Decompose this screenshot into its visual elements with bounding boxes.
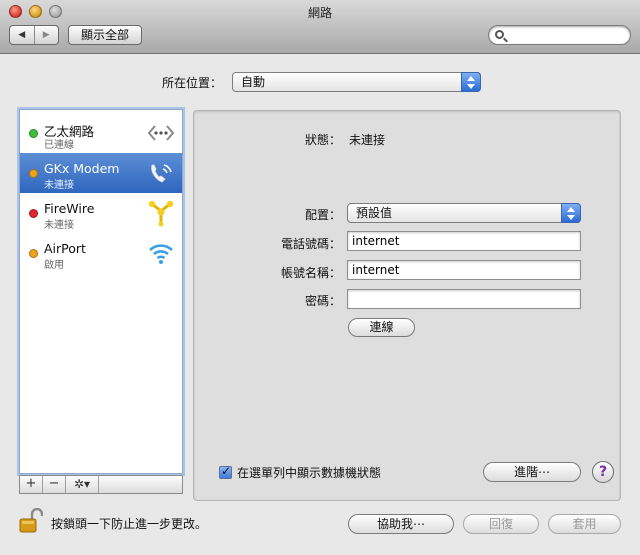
- service-list[interactable]: 乙太網路 已連線 GKx Modem 未連接 FireWire 未連接 AirP…: [19, 109, 183, 474]
- help-button[interactable]: ?: [592, 461, 614, 483]
- service-list-controls: + − ✲▾: [19, 475, 183, 494]
- airport-wifi-icon: [149, 244, 173, 264]
- connect-button[interactable]: 連線: [348, 318, 415, 337]
- config-label: 配置：: [304, 208, 341, 222]
- location-popup[interactable]: 自動: [232, 72, 481, 92]
- service-status: 未連接: [44, 220, 74, 231]
- remove-service-button[interactable]: −: [43, 476, 66, 493]
- window-title: 網路: [307, 6, 332, 20]
- phone-label: 電話號碼：: [280, 237, 341, 251]
- service-action-menu-button[interactable]: ✲▾: [66, 476, 99, 493]
- password-label: 密碼：: [304, 294, 341, 308]
- status-dot: [29, 209, 38, 218]
- account-label: 帳號名稱：: [280, 266, 341, 280]
- show-modem-status-option[interactable]: 在選單列中顯示數據機狀態: [219, 464, 381, 481]
- show-modem-status-checkbox[interactable]: [219, 464, 232, 479]
- popup-arrows-icon: [561, 203, 581, 223]
- back-forward-control: ◀ ▶: [9, 25, 59, 45]
- service-detail-pane: 狀態： 未連接 配置： 預設值 電話號碼： 帳號名稱： 密碼： 連線 在選單列中…: [193, 110, 621, 501]
- status-dot: [29, 129, 38, 138]
- modem-phone-icon: [151, 164, 172, 183]
- popup-arrows-icon: [461, 72, 481, 92]
- config-value: 預設值: [356, 206, 393, 220]
- add-service-button[interactable]: +: [20, 476, 43, 493]
- status-dot: [29, 169, 38, 178]
- service-name: AirPort: [44, 241, 86, 256]
- location-value: 自動: [241, 75, 266, 89]
- location-label: 所在位置：: [162, 76, 223, 90]
- lock-hint-text: 按鎖頭一下防止進一步更改。: [51, 517, 208, 531]
- service-status: 已連線: [44, 140, 74, 151]
- assist-me-button[interactable]: 協助我⋯: [348, 514, 454, 534]
- search-field[interactable]: [488, 25, 631, 45]
- show-all-button[interactable]: 顯示全部: [68, 25, 142, 45]
- account-name-field[interactable]: [347, 260, 581, 280]
- password-field[interactable]: [347, 289, 581, 309]
- service-item-airport[interactable]: AirPort 啟用: [20, 233, 182, 273]
- service-name: FireWire: [44, 201, 95, 216]
- ethernet-icon: [147, 125, 175, 141]
- forward-button[interactable]: ▶: [33, 26, 59, 44]
- apply-button[interactable]: 套用: [548, 514, 621, 534]
- phone-number-field[interactable]: [347, 231, 581, 251]
- service-name: GKx Modem: [44, 161, 120, 176]
- status-value: 未連接: [349, 133, 386, 147]
- search-input[interactable]: [511, 28, 623, 42]
- service-item-firewire[interactable]: FireWire 未連接: [20, 193, 182, 233]
- service-status: 啟用: [44, 260, 64, 271]
- advanced-button[interactable]: 進階⋯: [483, 462, 581, 482]
- lock-icon[interactable]: [19, 508, 43, 534]
- window-toolbar: 網路 ◀ ▶ 顯示全部: [0, 0, 640, 54]
- status-label: 狀態：: [304, 133, 341, 147]
- status-dot: [29, 249, 38, 258]
- search-icon: [495, 30, 504, 39]
- firewire-icon: [148, 200, 174, 227]
- back-button[interactable]: ◀: [10, 26, 34, 44]
- revert-button[interactable]: 回復: [463, 514, 539, 534]
- service-item-ethernet[interactable]: 乙太網路 已連線: [20, 113, 182, 153]
- config-popup[interactable]: 預設值: [347, 203, 581, 223]
- service-item-gkx-modem[interactable]: GKx Modem 未連接: [20, 153, 182, 193]
- service-status: 未連接: [44, 180, 74, 191]
- show-modem-status-label: 在選單列中顯示數據機狀態: [237, 466, 382, 480]
